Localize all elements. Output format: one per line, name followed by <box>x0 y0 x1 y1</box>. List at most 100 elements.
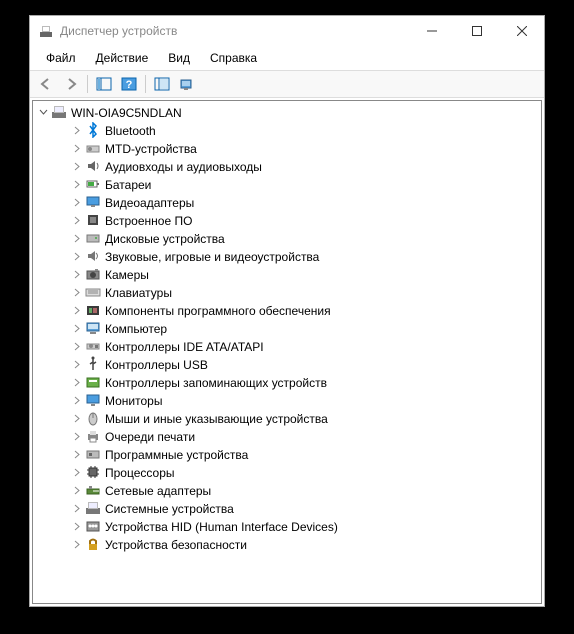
panel-button[interactable] <box>92 73 116 95</box>
expand-icon[interactable] <box>71 232 83 244</box>
computer-icon <box>51 104 67 120</box>
bluetooth-icon <box>85 122 101 138</box>
menu-file[interactable]: Файл <box>36 48 86 68</box>
tree-node[interactable]: Компьютер <box>33 319 541 337</box>
device-manager-window: Диспетчер устройств Файл Действие Вид Сп… <box>29 15 545 607</box>
tree-node[interactable]: Программные устройства <box>33 445 541 463</box>
expand-icon[interactable] <box>71 268 83 280</box>
mouse-icon <box>85 410 101 426</box>
node-label: Контроллеры USB <box>105 357 208 372</box>
cpu-icon <box>85 464 101 480</box>
expand-icon[interactable] <box>71 376 83 388</box>
tree-node[interactable]: Мониторы <box>33 391 541 409</box>
root-label: WIN-OIA9C5NDLAN <box>71 105 182 120</box>
maximize-button[interactable] <box>454 16 499 46</box>
tree-node[interactable]: Устройства HID (Human Interface Devices) <box>33 517 541 535</box>
close-button[interactable] <box>499 16 544 46</box>
storage-icon <box>85 374 101 390</box>
progdev-icon <box>85 446 101 462</box>
node-label: Камеры <box>105 267 149 282</box>
tree-node[interactable]: Клавиатуры <box>33 283 541 301</box>
node-label: Встроенное ПО <box>105 213 192 228</box>
expand-icon[interactable] <box>71 322 83 334</box>
node-label: Системные устройства <box>105 501 234 516</box>
tree-node[interactable]: MTD-устройства <box>33 139 541 157</box>
tree-node[interactable]: Очереди печати <box>33 427 541 445</box>
device-tree[interactable]: WIN-OIA9C5NDLAN Bluetooth MTD-устройстваА… <box>32 100 542 604</box>
menubar: Файл Действие Вид Справка <box>30 46 544 70</box>
panel2-button[interactable] <box>150 73 174 95</box>
help-button[interactable]: ? <box>117 73 141 95</box>
minimize-button[interactable] <box>409 16 454 46</box>
node-label: Батареи <box>105 177 151 192</box>
menu-view[interactable]: Вид <box>158 48 200 68</box>
audio-icon <box>85 158 101 174</box>
expand-icon[interactable] <box>71 538 83 550</box>
firmware-icon <box>85 212 101 228</box>
display-icon <box>85 194 101 210</box>
tree-node[interactable]: Аудиовходы и аудиовыходы <box>33 157 541 175</box>
computer-icon <box>85 320 101 336</box>
tree-node[interactable]: Компоненты программного обеспечения <box>33 301 541 319</box>
node-label: Мониторы <box>105 393 162 408</box>
expand-icon[interactable] <box>71 124 83 136</box>
expand-icon[interactable] <box>71 394 83 406</box>
expand-icon[interactable] <box>71 304 83 316</box>
tree-node[interactable]: Контроллеры запоминающих устройств <box>33 373 541 391</box>
tree-node[interactable]: Системные устройства <box>33 499 541 517</box>
svg-text:?: ? <box>126 79 133 91</box>
expand-icon[interactable] <box>71 484 83 496</box>
tree-node[interactable]: Контроллеры IDE ATA/ATAPI <box>33 337 541 355</box>
expand-icon[interactable] <box>71 178 83 190</box>
expand-icon[interactable] <box>71 502 83 514</box>
node-label: Контроллеры запоминающих устройств <box>105 375 327 390</box>
menu-help[interactable]: Справка <box>200 48 267 68</box>
tree-node[interactable]: Видеоадаптеры <box>33 193 541 211</box>
tree-node[interactable]: Дисковые устройства <box>33 229 541 247</box>
titlebar: Диспетчер устройств <box>30 16 544 46</box>
keyboard-icon <box>85 284 101 300</box>
tree-node[interactable]: Сетевые адаптеры <box>33 481 541 499</box>
tree-node[interactable]: Процессоры <box>33 463 541 481</box>
disk-icon <box>85 230 101 246</box>
tree-root[interactable]: WIN-OIA9C5NDLAN <box>33 103 541 121</box>
node-label: Устройства HID (Human Interface Devices) <box>105 519 338 534</box>
tree-node[interactable]: Звуковые, игровые и видеоустройства <box>33 247 541 265</box>
expand-icon[interactable] <box>71 142 83 154</box>
expand-icon[interactable] <box>71 430 83 442</box>
collapse-icon[interactable] <box>37 106 49 118</box>
expand-icon[interactable] <box>71 214 83 226</box>
tree-node[interactable]: Батареи <box>33 175 541 193</box>
tree-node[interactable]: Встроенное ПО <box>33 211 541 229</box>
mtd-icon <box>85 140 101 156</box>
node-label: Контроллеры IDE ATA/ATAPI <box>105 339 264 354</box>
forward-button[interactable] <box>59 73 83 95</box>
node-label: Устройства безопасности <box>105 537 247 552</box>
expand-icon[interactable] <box>71 358 83 370</box>
node-label: Сетевые адаптеры <box>105 483 211 498</box>
node-label: Bluetooth <box>105 123 156 138</box>
expand-icon[interactable] <box>71 448 83 460</box>
camera-icon <box>85 266 101 282</box>
expand-icon[interactable] <box>71 340 83 352</box>
tree-node[interactable]: Bluetooth <box>33 121 541 139</box>
expand-icon[interactable] <box>71 286 83 298</box>
expand-icon[interactable] <box>71 466 83 478</box>
menu-action[interactable]: Действие <box>86 48 159 68</box>
scan-button[interactable] <box>175 73 199 95</box>
window-title: Диспетчер устройств <box>60 24 177 38</box>
back-button[interactable] <box>34 73 58 95</box>
tree-node[interactable]: Мыши и иные указывающие устройства <box>33 409 541 427</box>
tree-node[interactable]: Устройства безопасности <box>33 535 541 553</box>
expand-icon[interactable] <box>71 520 83 532</box>
tree-node[interactable]: Камеры <box>33 265 541 283</box>
expand-icon[interactable] <box>71 196 83 208</box>
node-label: MTD-устройства <box>105 141 197 156</box>
expand-icon[interactable] <box>71 412 83 424</box>
expand-icon[interactable] <box>71 250 83 262</box>
tree-node[interactable]: Контроллеры USB <box>33 355 541 373</box>
expand-icon[interactable] <box>71 160 83 172</box>
system-icon <box>85 500 101 516</box>
software-icon <box>85 302 101 318</box>
node-label: Компоненты программного обеспечения <box>105 303 331 318</box>
